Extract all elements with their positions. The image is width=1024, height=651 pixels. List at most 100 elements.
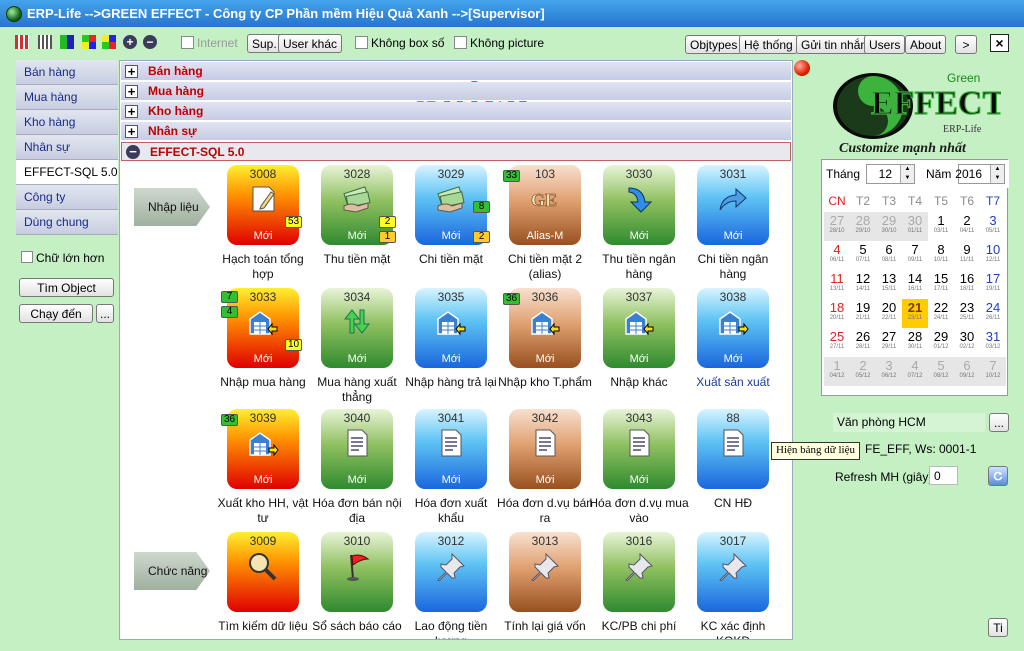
tile-label[interactable]: Hạch toán tổng hợp (213, 252, 313, 282)
nav-item[interactable]: EFFECT-SQL 5.0 (16, 160, 118, 185)
expand-icon[interactable]: + (125, 84, 138, 98)
office-more-button[interactable]: ... (989, 413, 1009, 432)
function-tile[interactable]: 3016 (603, 532, 675, 612)
calendar-day[interactable]: 25 27/11 (824, 328, 850, 357)
tile-label[interactable]: Nhập kho T.phẩm (495, 375, 595, 390)
function-tile[interactable]: 3034 Mới (321, 288, 393, 368)
ti-button[interactable]: Ti (988, 618, 1008, 637)
tile-label[interactable]: Hóa đơn bán nội địa (307, 496, 407, 526)
section-bar[interactable]: + Kho hàng (121, 102, 791, 121)
month-spinner[interactable]: 12 ▲ ▼ (866, 164, 915, 184)
nav-item[interactable]: Nhân sự (16, 135, 118, 160)
function-tile[interactable]: 3008 Mới (227, 165, 299, 245)
tile-label[interactable]: Nhập hàng trả lại (401, 375, 501, 390)
function-tile[interactable]: 3010 (321, 532, 393, 612)
function-tile[interactable]: 3031 Mới (697, 165, 769, 245)
calendar-day[interactable]: 17 19/11 (980, 270, 1006, 299)
function-tile[interactable]: 3017 (697, 532, 769, 612)
tile-label[interactable]: CN HĐ (683, 496, 783, 511)
calendar-day[interactable]: 18 20/11 (824, 299, 850, 328)
tile-label[interactable]: Hóa đơn d.vụ bán ra (495, 496, 595, 526)
calendar-day[interactable]: 21 23/11 (902, 299, 928, 328)
nav-item[interactable]: Bán hàng (16, 60, 118, 85)
expand-icon[interactable]: + (125, 64, 138, 78)
calendar-day[interactable]: 19 21/11 (850, 299, 876, 328)
calendar-day[interactable]: 22 24/11 (928, 299, 954, 328)
internet-checkbox[interactable] (181, 36, 194, 49)
year-spin-icon[interactable]: ▲ ▼ (990, 165, 1004, 183)
function-tile[interactable]: 3013 (509, 532, 581, 612)
color-icon[interactable] (82, 35, 96, 49)
nav-item[interactable]: Dùng chung (16, 210, 118, 235)
tile-label[interactable]: Sổ sách báo cáo (307, 619, 407, 634)
tile-label[interactable]: Chi tiền ngân hàng (683, 252, 783, 282)
calendar-day[interactable]: 7 10/12 (980, 357, 1006, 386)
function-tile[interactable]: 3037 Mới (603, 288, 675, 368)
function-tile[interactable]: 3035 Mới (415, 288, 487, 368)
tile-label[interactable]: Tìm kiếm dữ liệu (213, 619, 313, 634)
calendar-day[interactable]: 14 16/11 (902, 270, 928, 299)
calendar-day[interactable]: 5 08/12 (928, 357, 954, 386)
calendar-day[interactable]: 10 12/11 (980, 241, 1006, 270)
section-bar[interactable]: − EFFECT-SQL 5.0 (121, 142, 791, 161)
function-tile[interactable]: 3043 Mới (603, 409, 675, 489)
run-more-button[interactable]: ... (96, 304, 114, 323)
calendar-day[interactable]: 6 09/12 (954, 357, 980, 386)
tile-label[interactable]: Hóa đơn d.vụ mua vào (589, 496, 689, 526)
calendar-day[interactable]: 20 22/11 (876, 299, 902, 328)
close-button[interactable]: × (990, 34, 1009, 52)
function-tile[interactable]: 3042 Mới (509, 409, 581, 489)
tile-label[interactable]: Tính lại giá vốn (495, 619, 595, 634)
calendar-day[interactable]: 29 01/12 (928, 328, 954, 357)
find-object-button[interactable]: Tìm Object (19, 278, 114, 297)
function-tile[interactable]: 3030 Mới (603, 165, 675, 245)
calendar-day[interactable]: 23 25/11 (954, 299, 980, 328)
user-other-button[interactable]: User khác (278, 34, 343, 53)
next-button[interactable]: > (955, 35, 977, 54)
calendar-day[interactable]: 13 15/11 (876, 270, 902, 299)
office-field[interactable]: Văn phòng HCM (833, 413, 985, 432)
tile-label[interactable]: Mua hàng xuất thẳng (307, 375, 407, 405)
function-tile[interactable]: 3012 (415, 532, 487, 612)
tile-label[interactable]: KC xác định KQKD (683, 619, 783, 639)
system-button[interactable]: Hệ thống (739, 35, 798, 54)
palette-icon[interactable] (102, 35, 116, 49)
calendar-day[interactable]: 7 09/11 (902, 241, 928, 270)
users-button[interactable]: Users (864, 35, 906, 54)
function-tile[interactable]: 3038 Mới (697, 288, 769, 368)
no-box-checkbox[interactable] (355, 36, 368, 49)
refresh-input[interactable]: 0 (929, 466, 958, 485)
calendar-day[interactable]: 28 29/10 (850, 212, 876, 241)
calendar-day[interactable]: 4 07/12 (902, 357, 928, 386)
calendar-day[interactable]: 16 18/11 (954, 270, 980, 299)
calendar-day[interactable]: 2 05/12 (850, 357, 876, 386)
function-tile[interactable]: 3040 Mới (321, 409, 393, 489)
calendar-day[interactable]: 26 28/11 (850, 328, 876, 357)
function-group-button[interactable]: Chức năng (134, 552, 210, 590)
tile-label[interactable]: Thu tiền mặt (307, 252, 407, 267)
sup-button[interactable]: Sup. (247, 34, 282, 53)
year-spinner[interactable]: 2016 ▲ ▼ (955, 164, 1005, 184)
calendar-day[interactable]: 11 13/11 (824, 270, 850, 299)
collapse-icon[interactable]: − (126, 144, 140, 159)
grid-view-icon[interactable] (15, 35, 29, 49)
function-tile[interactable]: 3009 (227, 532, 299, 612)
calendar-day[interactable]: 6 08/11 (876, 241, 902, 270)
tile-label[interactable]: Thu tiền ngân hàng (589, 252, 689, 282)
run-to-button[interactable]: Chạy đến (19, 304, 93, 323)
calendar-day[interactable]: 27 29/11 (876, 328, 902, 357)
calendar-day[interactable]: 24 26/11 (980, 299, 1006, 328)
tile-label[interactable]: KC/PB chi phí (589, 619, 689, 634)
calendar-day[interactable]: 9 11/11 (954, 241, 980, 270)
zoom-out-icon[interactable]: − (143, 35, 157, 49)
calendar-day[interactable]: 3 05/11 (980, 212, 1006, 241)
expand-icon[interactable]: + (125, 124, 138, 138)
expand-icon[interactable]: + (125, 104, 138, 118)
calendar-day[interactable]: 30 02/12 (954, 328, 980, 357)
tile-label[interactable]: Chi tiền mặt 2 (alias) (495, 252, 595, 282)
calendar-day[interactable]: 3 06/12 (876, 357, 902, 386)
nav-item[interactable]: Mua hàng (16, 85, 118, 110)
nav-item[interactable]: Kho hàng (16, 110, 118, 135)
tile-label[interactable]: Nhập khác (589, 375, 689, 390)
section-bar[interactable]: + Nhân sự (121, 122, 791, 141)
